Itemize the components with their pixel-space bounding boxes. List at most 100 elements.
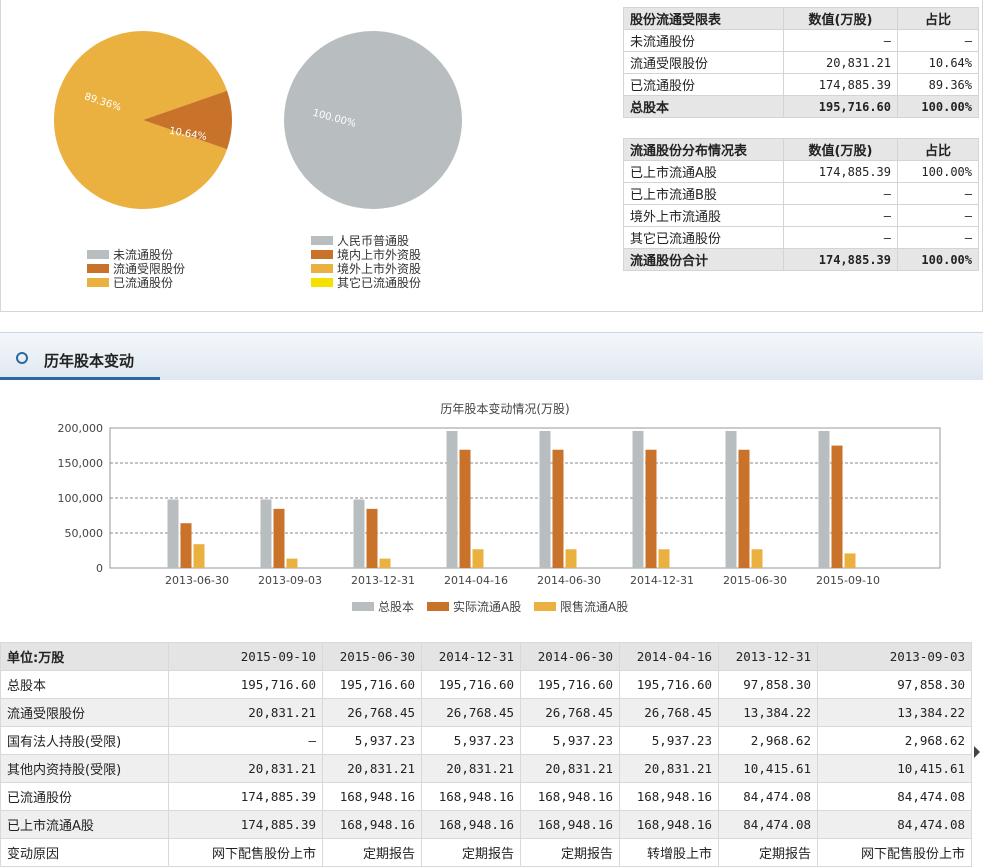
bar-0 (446, 430, 458, 568)
x-tick-label: 2015-09-10 (816, 574, 880, 587)
bar-0 (632, 430, 644, 568)
value-cell: 10,415.61 (718, 754, 818, 783)
row-label: 流通股份合计 (623, 248, 784, 271)
share-change-grid: 单位:万股 2015-09-10 2015-06-30 2014-12-31 2014-… (0, 642, 972, 867)
row-label: 总股本 (0, 670, 169, 699)
legend-swatch (352, 602, 374, 611)
value-cell: 195,716.60 (322, 670, 422, 699)
bar-0 (353, 499, 365, 568)
value-cell: 26,768.45 (520, 698, 620, 727)
value-cell: 2,968.62 (718, 726, 818, 755)
bar-0 (260, 499, 272, 568)
date-header: 2015-09-10 (168, 642, 323, 671)
share-capital-bar-chart: 历年股本变动情况(万股) 200,000 150,000 100,000 50,000 0… (58, 401, 941, 614)
x-tick-label: 2015-06-30 (723, 574, 787, 587)
table-row: 已上市流通B股 — — (623, 182, 979, 205)
legend-label: 限售流通A股 (560, 599, 628, 614)
value-cell: 168,948.16 (421, 810, 521, 839)
value-cell: 195,716.60 (421, 670, 521, 699)
reason-cell: 定期报告 (520, 838, 620, 867)
y-tick-label: 0 (96, 562, 103, 575)
ratio-cell: — (897, 226, 979, 249)
bar-0 (725, 430, 737, 568)
share-structure-panel: 89.36% 10.64% 100.00% 未流通股份 流通受限股份 已流通股份… (0, 0, 983, 312)
table-row: 其他内资持股(受限) 20,831.21 20,831.21 20,831.21 20,… (0, 754, 972, 783)
table-row: 流通受限股份 20,831.21 10.64% (623, 51, 979, 74)
table-row: 已流通股份 174,885.39 168,948.16 168,948.16 168,9… (0, 782, 972, 811)
bar-1 (645, 449, 657, 568)
row-label: 已流通股份 (623, 73, 784, 96)
date-header: 2014-04-16 (619, 642, 719, 671)
value-cell: 174,885.39 (783, 73, 898, 96)
header-cell: 占比 (897, 7, 979, 30)
bar-0 (167, 499, 179, 568)
value-cell: — (783, 226, 898, 249)
row-label: 变动原因 (0, 838, 169, 867)
x-tick-label: 2014-12-31 (630, 574, 694, 587)
ratio-cell: 100.00% (897, 160, 979, 183)
value-cell: 84,474.08 (718, 810, 818, 839)
ratio-cell: 100.00% (897, 248, 979, 271)
value-cell: 2,968.62 (817, 726, 972, 755)
value-cell: 20,831.21 (783, 51, 898, 74)
header-cell: 股份流通受限表 (623, 7, 784, 30)
value-cell: 97,858.30 (817, 670, 972, 699)
header-cell: 数值(万股) (783, 138, 898, 161)
legend-swatch (311, 249, 333, 259)
value-cell: 20,831.21 (520, 754, 620, 783)
pie-right-legend: 人民币普通股 境内上市外资股 境外上市外资股 其它已流通股份 (311, 233, 421, 290)
legend-swatch (87, 249, 109, 259)
bar-2 (844, 553, 856, 568)
table-header-row: 流通股份分布情况表 数值(万股) 占比 (623, 138, 979, 161)
table-row: 变动原因 网下配售股份上市 定期报告 定期报告 定期报告 转增股上市 定期报告 网下配售股份上… (0, 838, 972, 867)
reason-cell: 定期报告 (421, 838, 521, 867)
bar-0 (539, 430, 551, 568)
ratio-cell: — (897, 204, 979, 227)
bar-2 (286, 558, 298, 568)
table-row: 流通受限股份 20,831.21 26,768.45 26,768.45 26,768.… (0, 698, 972, 727)
value-cell: 84,474.08 (718, 782, 818, 811)
distribution-table: 流通股份分布情况表 数值(万股) 占比 已上市流通A股 174,885.39 1… (623, 138, 979, 271)
value-cell: 97,858.30 (718, 670, 818, 699)
table-header-row: 单位:万股 2015-09-10 2015-06-30 2014-12-31 2014-… (0, 642, 972, 671)
value-cell: 13,384.22 (718, 698, 818, 727)
legend-item: 已流通股份 (87, 275, 185, 290)
value-cell: 168,948.16 (520, 782, 620, 811)
table-total-row: 总股本 195,716.60 100.00% (623, 95, 979, 118)
pie-right-slice-a-share[interactable] (284, 31, 462, 209)
value-cell: 20,831.21 (168, 754, 323, 783)
bar-1 (366, 508, 378, 568)
y-tick-label: 150,000 (58, 457, 104, 470)
row-label: 总股本 (623, 95, 784, 118)
reason-cell: 转增股上市 (619, 838, 719, 867)
table-header-row: 股份流通受限表 数值(万股) 占比 (623, 7, 979, 30)
value-cell: — (168, 726, 323, 755)
value-cell: 5,937.23 (421, 726, 521, 755)
value-cell: 168,948.16 (520, 810, 620, 839)
value-cell: 26,768.45 (619, 698, 719, 727)
row-label: 境外上市流通股 (623, 204, 784, 227)
legend-swatch (427, 602, 449, 611)
date-header: 2014-12-31 (421, 642, 521, 671)
legend-swatch (311, 277, 333, 287)
value-cell: 5,937.23 (520, 726, 620, 755)
legend-label: 实际流通A股 (453, 599, 521, 614)
value-cell: 5,937.23 (619, 726, 719, 755)
ratio-cell: 100.00% (897, 95, 979, 118)
x-tick-label: 2013-12-31 (351, 574, 415, 587)
value-cell: 168,948.16 (421, 782, 521, 811)
ratio-cell: — (897, 29, 979, 52)
value-cell: 84,474.08 (817, 810, 972, 839)
unit-label: 单位:万股 (0, 642, 169, 671)
date-header: 2014-06-30 (520, 642, 620, 671)
bar-1 (180, 523, 192, 568)
scroll-right-icon[interactable] (974, 746, 980, 758)
value-cell: 174,885.39 (168, 782, 323, 811)
row-label: 已流通股份 (0, 782, 169, 811)
value-cell: 26,768.45 (421, 698, 521, 727)
section-header: 历年股本变动 (0, 332, 983, 380)
legend-item: 其它已流通股份 (311, 275, 421, 290)
value-cell: 195,716.60 (168, 670, 323, 699)
bar-1 (459, 449, 471, 568)
row-label: 已上市流通A股 (0, 810, 169, 839)
